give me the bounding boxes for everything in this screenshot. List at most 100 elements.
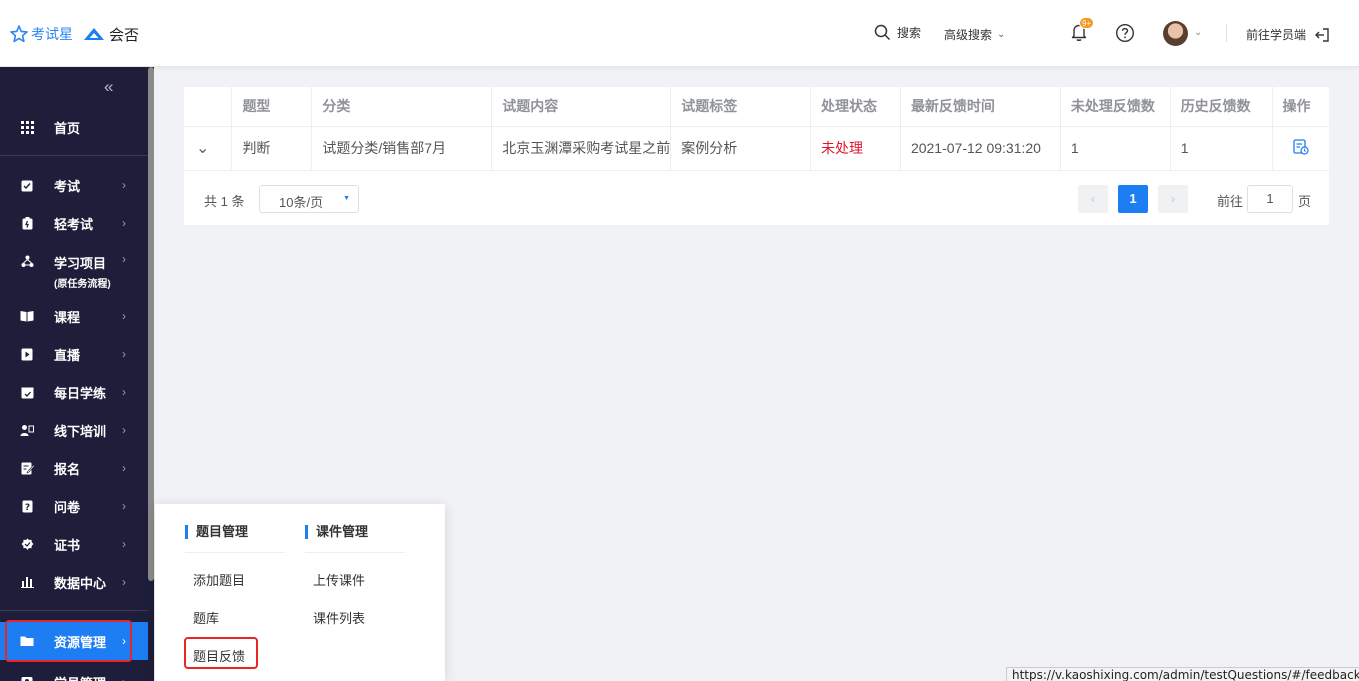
page-size-value: 10条/页: [279, 195, 324, 210]
daily-practice-icon: [20, 385, 34, 399]
page-suffix-label: 页: [1298, 194, 1312, 209]
sidebar-item-student-management[interactable]: 学员管理 ›: [0, 663, 148, 681]
sidebar-divider: [0, 610, 148, 611]
goto-label: 前往: [1217, 194, 1244, 209]
cell-type: 判断: [231, 126, 313, 171]
sidebar-item-label: 直播: [54, 347, 81, 363]
goto-student-link[interactable]: 前往学员端: [1246, 26, 1330, 43]
sidebar-item-signup[interactable]: 报名 ›: [0, 449, 148, 487]
brand2-text: 会否: [109, 27, 140, 44]
search-button[interactable]: 搜索: [874, 24, 921, 41]
goto-page-input[interactable]: 1: [1247, 185, 1293, 213]
header-divider: [1226, 24, 1227, 42]
logout-icon: [1315, 27, 1329, 42]
submenu-item-courseware-list[interactable]: 课件列表: [313, 608, 365, 627]
submenu-divider: [185, 552, 285, 553]
submenu-item-upload-courseware[interactable]: 上传课件: [313, 570, 365, 589]
sidebar-item-live[interactable]: 直播 ›: [0, 335, 148, 373]
sidebar-item-label: 学员管理: [54, 673, 106, 681]
sidebar-item-certificate[interactable]: 证书 ›: [0, 525, 148, 563]
caret-down-icon: ▼: [343, 195, 350, 202]
chevron-right-icon: ›: [122, 575, 126, 589]
search-icon: [874, 24, 891, 41]
collapse-sidebar-icon[interactable]: «: [104, 77, 113, 97]
status-bar-url: https://v.kaoshixing.com/admin/testQuest…: [1006, 667, 1359, 681]
sidebar-item-light-exam[interactable]: 轻考试 ›: [0, 204, 148, 242]
active-item-highlight-box: [5, 620, 132, 662]
next-page-button[interactable]: ›: [1158, 185, 1188, 213]
student-icon: [20, 675, 34, 681]
cell-status: 未处理: [810, 126, 901, 171]
chevron-right-icon: ›: [1171, 192, 1175, 206]
chevron-down-icon: ⌄: [997, 29, 1006, 40]
help-button[interactable]: [1115, 23, 1135, 46]
prev-page-button[interactable]: ‹: [1078, 185, 1108, 213]
advanced-search-label: 高级搜索: [944, 28, 993, 42]
sidebar-item-label: 首页: [54, 120, 81, 136]
notification-badge: 9+: [1079, 17, 1095, 29]
table-header-latest-time: 最新反馈时间: [900, 87, 1061, 127]
cell-tag: 案例分析: [670, 126, 812, 171]
cell-content: 北京玉渊潭采购考试星之前: [491, 126, 672, 171]
table-header-expand: [184, 87, 233, 127]
chevron-right-icon: ›: [122, 385, 126, 399]
page-number-button[interactable]: 1: [1118, 185, 1148, 213]
sidebar-item-label: 证书: [54, 537, 81, 553]
kaoshixing-logo[interactable]: 考试星: [10, 24, 73, 44]
table-header-status: 处理状态: [810, 87, 901, 127]
table-header-category: 分类: [311, 87, 493, 127]
sidebar-item-daily-practice[interactable]: 每日学练 ›: [0, 373, 148, 411]
live-icon: [20, 347, 34, 361]
feedback-highlight-box: [184, 637, 258, 669]
table-row: ⌄ 判断 试题分类/销售部7月 北京玉渊潭采购考试星之前 案例分析 未处理 20…: [184, 126, 1329, 171]
certificate-icon: [20, 537, 34, 551]
chevron-right-icon: ›: [122, 252, 126, 266]
cell-unprocessed: 1: [1060, 126, 1171, 171]
sidebar-item-label: 课程: [54, 309, 81, 325]
sidebar-divider: [0, 155, 148, 156]
sidebar-item-survey[interactable]: ? 问卷 ›: [0, 487, 148, 525]
sidebar-item-label: 学习项目 (原任务流程): [54, 253, 111, 290]
avatar[interactable]: [1163, 21, 1188, 46]
chevron-down-icon: ⌄: [196, 140, 210, 157]
submenu-item-question-bank[interactable]: 题库: [193, 608, 219, 627]
process-feedback-icon: [1292, 138, 1309, 155]
sidebar-item-label: 数据中心: [54, 575, 107, 591]
table-header-row: 题型 分类 试题内容 试题标签 处理状态 最新反馈时间 未处理反馈数 历史反馈数…: [184, 87, 1329, 127]
project-icon: [20, 254, 34, 268]
table-header-content: 试题内容: [491, 87, 672, 127]
cell-latest-time: 2021-07-12 09:31:20: [900, 126, 1061, 171]
data-center-icon: [20, 575, 34, 589]
sidebar: « 首页 考试 › 轻考试 › 学习项目 (原任务流程) › 课程 › 直播 › …: [0, 67, 154, 681]
avatar-chevron-down-icon[interactable]: ⌄: [1194, 27, 1202, 38]
light-exam-icon: [20, 216, 34, 230]
top-header: 考试星 会否 搜索 高级搜索 ⌄ 9+ ⌄ 前往学员端: [0, 0, 1359, 67]
survey-icon: ?: [20, 499, 34, 513]
advanced-search-dropdown[interactable]: 高级搜索 ⌄: [944, 26, 1005, 43]
svg-text:?: ?: [24, 503, 29, 513]
sidebar-item-exam[interactable]: 考试 ›: [0, 166, 148, 204]
chevron-right-icon: ›: [122, 178, 126, 192]
page-size-select[interactable]: 10条/页 ▼: [259, 185, 359, 213]
submenu-group-title: 课件管理: [305, 525, 368, 539]
submenu-item-add-question[interactable]: 添加题目: [193, 570, 245, 589]
sidebar-item-label: 线下培训: [54, 423, 107, 439]
submenu-divider: [305, 552, 405, 553]
sidebar-item-course[interactable]: 课程 ›: [0, 297, 148, 335]
sidebar-item-home[interactable]: 首页: [0, 107, 148, 147]
grid-icon: [20, 120, 34, 134]
cell-history: 1: [1170, 126, 1273, 171]
cell-category: 试题分类/销售部7月: [311, 126, 493, 171]
sidebar-item-label: 报名: [54, 461, 81, 477]
table-header-actions: 操作: [1272, 87, 1329, 127]
sidebar-item-data-center[interactable]: 数据中心 ›: [0, 563, 148, 601]
sidebar-item-offline-training[interactable]: 线下培训 ›: [0, 411, 148, 449]
table-header-history: 历史反馈数: [1170, 87, 1273, 127]
table-header-type: 题型: [231, 87, 313, 127]
sidebar-scrollbar[interactable]: [148, 67, 154, 581]
sidebar-item-label: 问卷: [54, 499, 81, 515]
expand-row-button[interactable]: ⌄: [184, 126, 233, 171]
sidebar-item-learning-project[interactable]: 学习项目 (原任务流程) ›: [0, 243, 148, 290]
process-action-button[interactable]: [1272, 126, 1329, 171]
huifou-logo[interactable]: 会否: [83, 24, 139, 45]
